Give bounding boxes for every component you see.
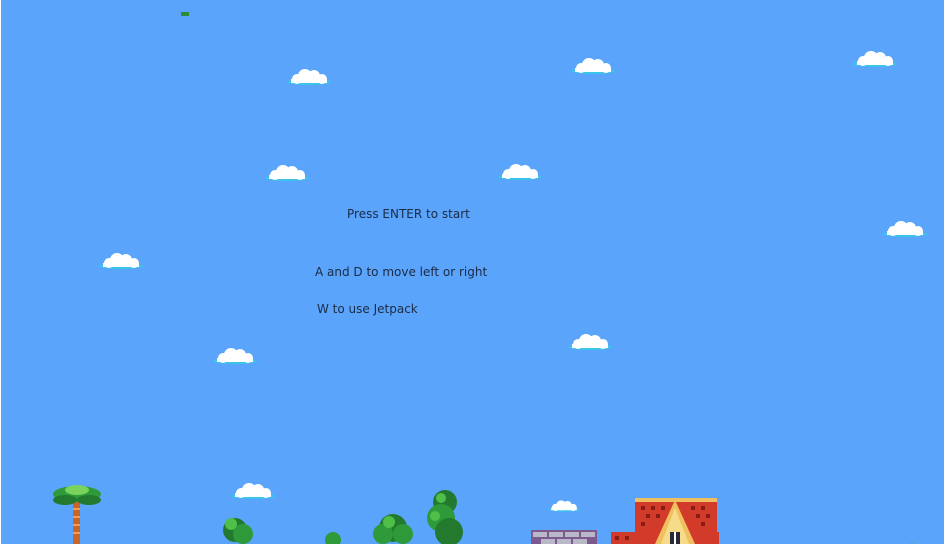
house-icon (611, 496, 719, 544)
cloud-icon (229, 482, 277, 500)
cloud-icon (569, 57, 617, 75)
cloud-icon (547, 497, 581, 515)
bush-icon (219, 514, 257, 544)
cloud-icon (97, 252, 145, 270)
move-instruction: A and D to move left or right (315, 265, 488, 279)
palm-tree-icon (51, 484, 103, 544)
bush-icon (371, 512, 417, 544)
bird-icon (181, 12, 189, 16)
start-instruction: Press ENTER to start (347, 207, 470, 221)
cloud-icon (285, 68, 333, 86)
stone-wall-icon (531, 530, 597, 544)
bush-icon (323, 530, 343, 544)
cloud-icon (496, 163, 544, 181)
cloud-icon (211, 347, 259, 365)
bush-icon (419, 488, 469, 544)
cloud-icon (851, 50, 899, 68)
sprout-icon (907, 537, 917, 544)
game-canvas[interactable]: Press ENTER to start A and D to move lef… (0, 0, 944, 544)
cloud-icon (263, 164, 311, 182)
cloud-icon (566, 333, 614, 351)
jetpack-instruction: W to use Jetpack (317, 302, 418, 316)
cloud-icon (881, 220, 929, 238)
